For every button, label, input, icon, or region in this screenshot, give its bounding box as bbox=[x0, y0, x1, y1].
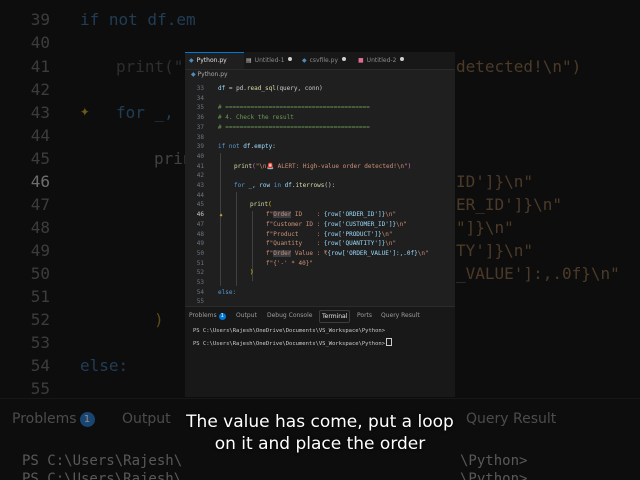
code-comment: # ======================================… bbox=[218, 123, 370, 131]
python-file-icon: ◆ bbox=[189, 57, 194, 64]
line-number: 55 bbox=[196, 298, 204, 306]
panel-tab-bar: Problems 1 Output Debug Console Terminal … bbox=[185, 310, 455, 323]
line-number: 47 bbox=[196, 220, 204, 228]
code-line: f"Order ID : {row['ORDER_ID']}\n" bbox=[266, 211, 397, 219]
code-comment: # 4. Check the result bbox=[218, 114, 294, 122]
tab-debug-console[interactable]: Debug Console bbox=[267, 310, 312, 321]
code-line: else: bbox=[218, 288, 237, 296]
code-line: print("\n🚨 ALERT: High-value order detec… bbox=[234, 162, 412, 170]
text-file-icon: ▤ bbox=[246, 57, 252, 64]
tab-python-py[interactable]: ◆ Python.py bbox=[185, 52, 244, 69]
caption-line-2: on it and place the order bbox=[214, 434, 426, 454]
tab-csvfile-py[interactable]: ◆ csvfile.py bbox=[302, 52, 347, 69]
terminal-line[interactable]: PS C:\Users\Rajesh\OneDrive\Documents\VS… bbox=[193, 338, 393, 347]
unsaved-dot-icon bbox=[400, 57, 405, 61]
indent-guide bbox=[220, 153, 221, 286]
code-line: if not df.empty: bbox=[218, 143, 276, 151]
unsaved-dot-icon bbox=[342, 57, 347, 61]
line-number: 38 bbox=[196, 133, 204, 141]
terminal-cursor bbox=[386, 338, 393, 346]
code-line: for _, row in df.iterrows(): bbox=[234, 182, 336, 189]
line-number: 54 bbox=[196, 288, 204, 296]
tab-terminal[interactable]: Terminal bbox=[319, 310, 351, 323]
code-line: df = pd.read_sql(query, conn) bbox=[218, 85, 323, 92]
line-number: 42 bbox=[196, 172, 204, 180]
line-number: 34 bbox=[196, 94, 204, 102]
lightbulb-icon[interactable]: ✦ bbox=[219, 211, 223, 219]
line-number: 53 bbox=[196, 279, 204, 286]
line-number: 40 bbox=[196, 152, 204, 160]
indent-guide bbox=[236, 192, 237, 286]
line-number: 35 bbox=[196, 104, 204, 112]
line-number: 39 bbox=[196, 143, 204, 151]
code-line: f"{'-' * 40}" bbox=[266, 259, 313, 267]
code-line: f"Order Value : ₹{row['ORDER_VALUE']:,.0… bbox=[266, 249, 429, 257]
line-number: 45 bbox=[196, 201, 204, 209]
python-file-icon: ◆ bbox=[302, 57, 307, 64]
caption-line-1: The value has come, put a loop bbox=[186, 412, 454, 432]
problems-count-badge: 1 bbox=[218, 313, 226, 320]
line-number: 52 bbox=[196, 269, 204, 277]
line-number: 50 bbox=[196, 249, 204, 257]
line-number: 46 bbox=[196, 211, 204, 219]
terminal-line: PS C:\Users\Rajesh\OneDrive\Documents\VS… bbox=[193, 328, 386, 334]
code-editor[interactable]: 33 34 35 36 37 38 39 40 41 42 43 44 45 4… bbox=[185, 82, 455, 307]
tab-problems[interactable]: Problems 1 bbox=[189, 310, 226, 321]
line-number: 41 bbox=[196, 162, 204, 170]
vscode-window: ◆ Python.py ▤ Untitled-1 ◆ csvfile.py ■ Unti… bbox=[185, 52, 455, 397]
code-comment: # ======================================… bbox=[218, 104, 370, 112]
tab-untitled-1[interactable]: ▤ Untitled-1 bbox=[246, 52, 293, 69]
tab-output[interactable]: Output bbox=[236, 310, 257, 321]
line-number: 48 bbox=[196, 230, 204, 238]
code-line: f"Product : {row['PRODUCT']}\n" bbox=[266, 230, 393, 238]
file-icon: ■ bbox=[358, 57, 364, 64]
breadcrumb[interactable]: ◆ Python.py bbox=[191, 71, 228, 78]
code-line: f"Customer ID : {row['CUSTOMER_ID']}\n" bbox=[266, 220, 407, 228]
line-number: 44 bbox=[196, 191, 204, 199]
unsaved-dot-icon bbox=[288, 57, 293, 61]
line-number: 36 bbox=[196, 114, 204, 122]
code-line: print( bbox=[250, 201, 272, 209]
tab-query-result[interactable]: Query Result bbox=[381, 310, 420, 321]
line-number: 33 bbox=[196, 85, 204, 92]
editor-tab-bar: ◆ Python.py ▤ Untitled-1 ◆ csvfile.py ■ Unti… bbox=[185, 52, 455, 70]
tab-ports[interactable]: Ports bbox=[357, 310, 372, 321]
line-number: 51 bbox=[196, 259, 204, 267]
tab-untitled-2[interactable]: ■ Untitled-2 bbox=[358, 52, 405, 69]
bottom-panel: Problems 1 Output Debug Console Terminal … bbox=[185, 306, 455, 397]
code-line: f"Quantity : {row['QUANTITY']}\n" bbox=[266, 240, 397, 248]
code-line: ) bbox=[250, 269, 254, 277]
line-number: 43 bbox=[196, 182, 204, 189]
line-number: 37 bbox=[196, 123, 204, 131]
line-number: 49 bbox=[196, 240, 204, 248]
